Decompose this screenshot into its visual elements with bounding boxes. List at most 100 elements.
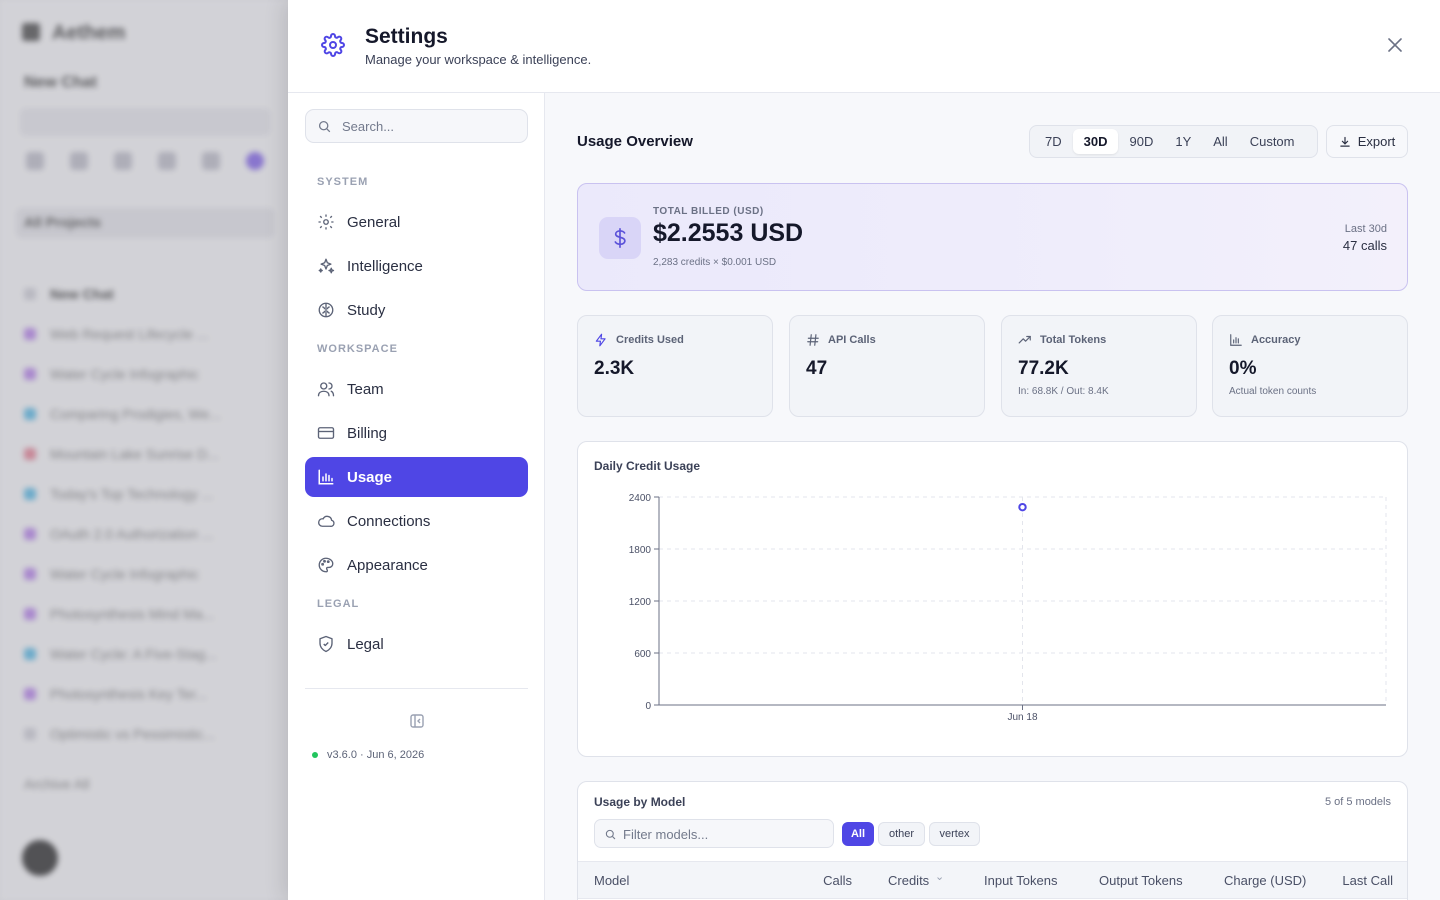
section-label-system: SYSTEM (317, 176, 369, 188)
sidebar-item-label: Legal (347, 635, 384, 653)
sidebar-item-usage[interactable]: Usage (305, 457, 528, 497)
stat-accuracy: Accuracy 0% Actual token counts (1212, 315, 1408, 417)
filter-chip-other[interactable]: other (878, 822, 925, 846)
billed-calc: 2,283 credits × $0.001 USD (653, 257, 777, 268)
sidebar-item-billing[interactable]: Billing (305, 413, 528, 453)
sidebar-item-legal[interactable]: Legal (305, 624, 528, 664)
settings-search (305, 109, 528, 143)
version-info: v3.6.0 · Jun 6, 2026 (312, 749, 424, 761)
bar-chart-icon (318, 469, 334, 485)
section-label-workspace: WORKSPACE (317, 343, 398, 355)
sidebar-item-label: Connections (347, 512, 431, 530)
sidebar-item-intelligence[interactable]: Intelligence (305, 246, 528, 286)
filter-chip-all[interactable]: All (842, 822, 874, 846)
y-tick-label: 2400 (629, 493, 652, 504)
sidebar-item-appearance[interactable]: Appearance (305, 545, 528, 585)
section-title: Usage Overview (577, 133, 693, 150)
stat-api-calls: API Calls 47 (789, 315, 985, 417)
sidebar-item-team[interactable]: Team (305, 369, 528, 409)
billed-period: Last 30d (1344, 223, 1387, 235)
usage-by-model-card: Usage by Model 5 of 5 models Allotherver… (577, 781, 1408, 900)
billed-calls: 47 calls (1342, 238, 1387, 253)
export-button[interactable]: Export (1326, 125, 1408, 158)
stat-label: Total Tokens (1040, 334, 1107, 346)
search-input[interactable] (342, 116, 522, 136)
status-dot (312, 752, 318, 758)
column-header: Last Call (1342, 873, 1393, 888)
stat-value: 0% (1229, 358, 1257, 379)
credit-card-icon (317, 427, 335, 439)
section-label-legal: LEGAL (317, 598, 360, 610)
range-90d[interactable]: 90D (1118, 129, 1164, 154)
close-icon[interactable] (1385, 35, 1405, 55)
palette-icon (318, 557, 334, 573)
billed-label: TOTAL BILLED (USD) (653, 206, 764, 217)
stat-label: Credits Used (616, 334, 684, 346)
stat-sub: Actual token counts (1229, 386, 1317, 397)
sidebar-item-label: Team (347, 380, 384, 398)
stat-credits-used: Credits Used 2.3K (577, 315, 773, 417)
stat-value: 77.2K (1018, 358, 1069, 379)
divider (305, 688, 528, 689)
settings-header: Settings Manage your workspace & intelli… (288, 0, 1440, 93)
filter-models-input[interactable] (623, 825, 823, 843)
column-header: Output Tokens (1099, 873, 1183, 888)
usage-content: Usage Overview 7D 30D 90D 1Y All Custom Expor… (545, 93, 1440, 900)
filter-models (594, 819, 834, 848)
cloud-icon (318, 515, 335, 527)
settings-panel: Settings Manage your workspace & intelli… (288, 0, 1440, 900)
column-header: Model (594, 873, 630, 888)
sidebar-item-label: Usage (347, 468, 393, 486)
gear-icon (318, 214, 334, 230)
daily-credit-chart: Daily Credit Usage 0 600 1200 1800 2400 Jun 1… (577, 441, 1408, 757)
y-tick-label: 1800 (629, 545, 652, 556)
version-label: v3.6.0 · Jun 6, 2026 (327, 749, 425, 761)
search-icon (605, 829, 616, 840)
y-tick-label: 1200 (629, 597, 652, 608)
stat-value: 47 (806, 358, 828, 379)
x-tick-label: Jun 18 (1007, 712, 1037, 723)
stat-value: 2.3K (594, 358, 635, 379)
sidebar-item-connections[interactable]: Connections (305, 501, 528, 541)
sidebar-item-general[interactable]: General (305, 202, 528, 242)
models-count: 5 of 5 models (1324, 796, 1391, 808)
sort-chevron-icon[interactable]: ⌄ (935, 870, 944, 883)
brain-icon (318, 302, 334, 318)
dollar-icon (599, 217, 641, 259)
column-header: Charge (USD) (1224, 873, 1307, 888)
shield-icon (319, 635, 333, 653)
column-header: Calls (823, 873, 852, 888)
stat-label: Accuracy (1251, 334, 1301, 346)
range-custom[interactable]: Custom (1239, 129, 1306, 154)
column-header[interactable]: Credits (888, 873, 929, 888)
bar-chart-icon (1230, 334, 1242, 346)
trending-up-icon (1018, 335, 1031, 344)
sparkles-icon (318, 258, 335, 274)
page-subtitle: Manage your workspace & intelligence. (365, 52, 592, 67)
stat-total-tokens: Total Tokens 77.2K In: 68.8K / Out: 8.4K (1001, 315, 1197, 417)
sidebar-item-study[interactable]: Study (305, 290, 528, 330)
y-tick-label: 0 (645, 701, 651, 712)
filter-chip-vertex[interactable]: vertex (929, 822, 980, 846)
y-tick-label: 600 (634, 649, 651, 660)
column-header: Input Tokens (984, 873, 1058, 888)
range-selector: 7D 30D 90D 1Y All Custom (1029, 125, 1318, 158)
gear-icon (321, 33, 345, 57)
range-all[interactable]: All (1202, 129, 1238, 154)
sidebar-item-label: Appearance (347, 556, 428, 574)
range-1y[interactable]: 1Y (1164, 129, 1202, 154)
modal-overlay[interactable] (0, 0, 290, 900)
stat-sub: In: 68.8K / Out: 8.4K (1018, 386, 1109, 397)
sidebar-item-label: Study (347, 301, 386, 319)
sidebar-collapse-icon[interactable] (409, 713, 425, 729)
search-icon (318, 120, 331, 133)
page-title: Settings (365, 25, 448, 48)
hash-icon (807, 334, 819, 346)
range-7d[interactable]: 7D (1034, 129, 1073, 154)
data-point[interactable] (1018, 502, 1027, 512)
models-title: Usage by Model (594, 795, 686, 809)
sidebar-item-label: Intelligence (347, 257, 423, 275)
export-label: Export (1357, 134, 1396, 149)
download-icon (1339, 136, 1350, 147)
range-30d[interactable]: 30D (1072, 129, 1119, 154)
